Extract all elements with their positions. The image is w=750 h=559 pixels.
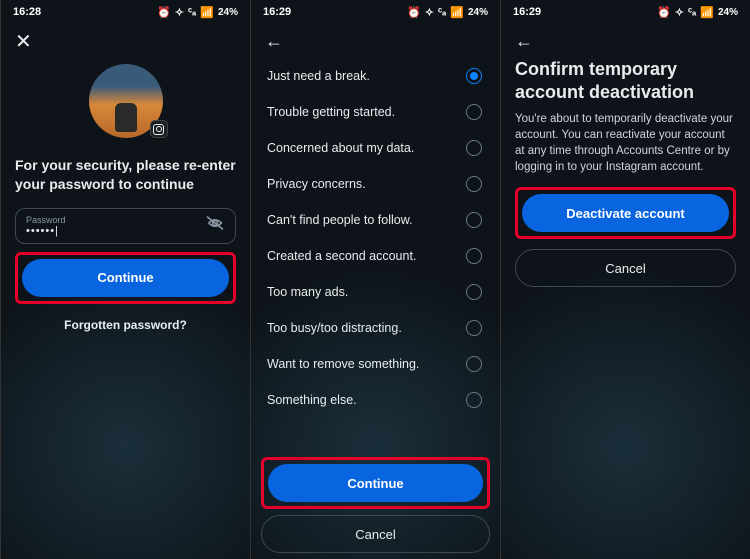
vibrate-icon: ✧: [175, 6, 184, 19]
radio-icon[interactable]: [466, 320, 482, 336]
radio-icon[interactable]: [466, 140, 482, 156]
page-description: You're about to temporarily deactivate y…: [515, 111, 736, 175]
close-icon[interactable]: ✕: [15, 29, 32, 54]
alarm-icon: ⏰: [157, 6, 171, 19]
reason-option[interactable]: Just need a break.: [265, 58, 486, 94]
vibrate-icon: ✧: [675, 6, 684, 19]
screen-reasons: 16:29 ⏰ ✧ ᶜₐ 📶 24% ← Just need a break. T…: [250, 0, 500, 559]
signal-icon: 📶: [200, 6, 214, 19]
reason-option[interactable]: Too busy/too distracting.: [265, 310, 486, 346]
instagram-icon: [150, 120, 168, 138]
radio-icon[interactable]: [466, 176, 482, 192]
reason-label: Concerned about my data.: [267, 141, 414, 155]
status-time: 16:28: [13, 6, 41, 18]
status-icons: ⏰ ✧ ᶜₐ 📶 24%: [657, 6, 738, 19]
password-value: ••••••|: [26, 225, 205, 237]
status-bar: 16:29 ⏰ ✧ ᶜₐ 📶 24%: [251, 0, 500, 24]
radio-icon[interactable]: [466, 68, 482, 84]
back-icon[interactable]: ←: [265, 31, 283, 52]
battery-text: 24%: [718, 7, 738, 18]
continue-button[interactable]: Continue: [22, 259, 229, 297]
battery-text: 24%: [468, 7, 488, 18]
alarm-icon: ⏰: [407, 6, 421, 19]
security-prompt: For your security, please re-enter your …: [15, 156, 236, 194]
alarm-icon: ⏰: [657, 6, 671, 19]
highlight-continue: Continue: [15, 252, 236, 304]
avatar-container: [15, 64, 236, 138]
password-field[interactable]: Password ••••••|: [15, 208, 236, 244]
vibrate-icon: ✧: [425, 6, 434, 19]
eye-off-icon[interactable]: [205, 215, 225, 236]
reason-option[interactable]: Privacy concerns.: [265, 166, 486, 202]
reason-option[interactable]: Trouble getting started.: [265, 94, 486, 130]
highlight-deactivate: Deactivate account: [515, 187, 736, 239]
reason-option[interactable]: Can't find people to follow.: [265, 202, 486, 238]
reason-label: Something else.: [267, 393, 357, 407]
battery-text: 24%: [218, 7, 238, 18]
password-label: Password: [26, 215, 205, 225]
reasons-list: Just need a break. Trouble getting starte…: [265, 58, 486, 418]
status-icons: ⏰ ✧ ᶜₐ 📶 24%: [407, 6, 488, 19]
status-bar: 16:29 ⏰ ✧ ᶜₐ 📶 24%: [501, 0, 750, 24]
forgot-password-link[interactable]: Forgotten password?: [15, 318, 236, 332]
reason-label: Want to remove something.: [267, 357, 419, 371]
reason-option[interactable]: Concerned about my data.: [265, 130, 486, 166]
radio-icon[interactable]: [466, 212, 482, 228]
reason-label: Just need a break.: [267, 69, 370, 83]
volte-icon: ᶜₐ: [438, 6, 446, 18]
reason-label: Too busy/too distracting.: [267, 321, 402, 335]
reason-label: Privacy concerns.: [267, 177, 366, 191]
radio-icon[interactable]: [466, 284, 482, 300]
reason-label: Trouble getting started.: [267, 105, 395, 119]
radio-icon[interactable]: [466, 392, 482, 408]
reason-option[interactable]: Something else.: [265, 382, 486, 418]
signal-icon: 📶: [450, 6, 464, 19]
volte-icon: ᶜₐ: [688, 6, 696, 18]
status-time: 16:29: [513, 6, 541, 18]
reason-option[interactable]: Want to remove something.: [265, 346, 486, 382]
highlight-continue: Continue: [261, 457, 490, 509]
deactivate-button[interactable]: Deactivate account: [522, 194, 729, 232]
status-time: 16:29: [263, 6, 291, 18]
reason-option[interactable]: Created a second account.: [265, 238, 486, 274]
nav-bar: ←: [251, 24, 500, 58]
reason-label: Can't find people to follow.: [267, 213, 413, 227]
radio-icon[interactable]: [466, 356, 482, 372]
cancel-button[interactable]: Cancel: [261, 515, 490, 553]
reason-label: Too many ads.: [267, 285, 348, 299]
status-icons: ⏰ ✧ ᶜₐ 📶 24%: [157, 6, 238, 19]
screen-password: 16:28 ⏰ ✧ ᶜₐ 📶 24% ✕ For your security, …: [0, 0, 250, 559]
status-bar: 16:28 ⏰ ✧ ᶜₐ 📶 24%: [1, 0, 250, 24]
cancel-button[interactable]: Cancel: [515, 249, 736, 287]
back-icon[interactable]: ←: [515, 31, 533, 52]
radio-icon[interactable]: [466, 248, 482, 264]
signal-icon: 📶: [700, 6, 714, 19]
nav-bar: ←: [501, 24, 750, 58]
reason-label: Created a second account.: [267, 249, 416, 263]
radio-icon[interactable]: [466, 104, 482, 120]
nav-bar: ✕: [1, 24, 250, 58]
reason-option[interactable]: Too many ads.: [265, 274, 486, 310]
continue-button[interactable]: Continue: [268, 464, 483, 502]
screen-confirm: 16:29 ⏰ ✧ ᶜₐ 📶 24% ← Confirm temporary a…: [500, 0, 750, 559]
page-title: Confirm temporary account deactivation: [515, 58, 736, 103]
volte-icon: ᶜₐ: [188, 6, 196, 18]
